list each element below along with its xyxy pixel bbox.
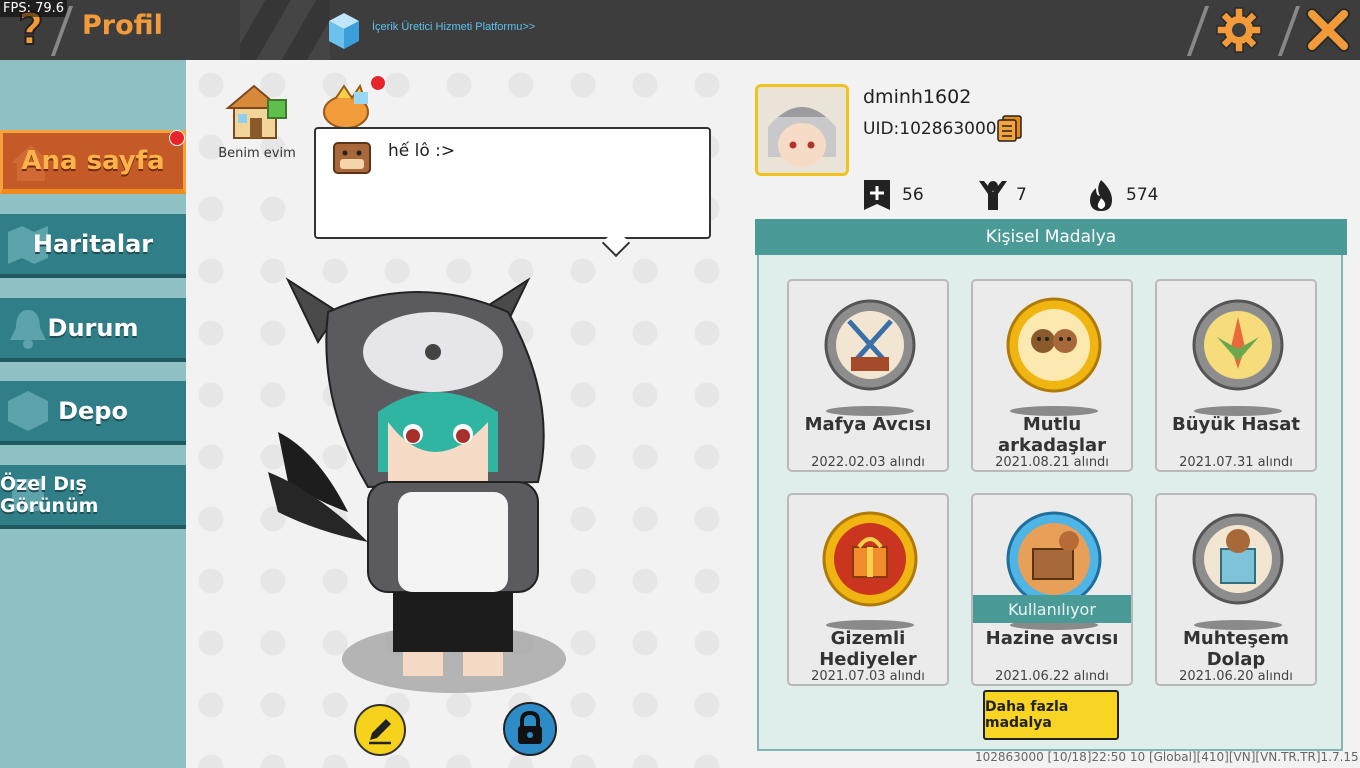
medal-card[interactable]: Mutlu arkadaşlar 2021.08.21 alındı bbox=[971, 279, 1133, 472]
copy-icon[interactable] bbox=[995, 113, 1025, 143]
medal-name: Mafya Avcısı bbox=[804, 414, 932, 435]
in-use-badge: Kullanılıyor bbox=[973, 595, 1131, 623]
medal-card[interactable]: Kullanılıyor Hazine avcısı 2021.06.22 al… bbox=[971, 493, 1133, 686]
sidebar-item-storage[interactable]: Depo bbox=[0, 381, 186, 445]
medal-name: Büyük Hasat bbox=[1172, 414, 1300, 435]
medal-name: Mutlu arkadaşlar bbox=[997, 414, 1107, 456]
medal-name: Hazine avcısı bbox=[985, 628, 1119, 649]
medal-date: 2022.02.03 alındı bbox=[811, 455, 925, 470]
sidebar-item-custom-skin[interactable]: Özel Dış Görünüm bbox=[0, 465, 186, 529]
medal-date: 2021.06.22 alındı bbox=[995, 669, 1109, 684]
sidebar-item-label: Ana sayfa bbox=[21, 146, 165, 176]
medal-name: Muhteşem Dolap bbox=[1182, 628, 1290, 670]
notification-badge bbox=[169, 130, 185, 146]
medal-friends-icon bbox=[1003, 287, 1105, 417]
decorative-stripes bbox=[240, 0, 330, 60]
player-uid: UID:102863000 bbox=[863, 119, 997, 139]
sidebar-item-label: Depo bbox=[58, 397, 128, 425]
medal-card[interactable]: Muhteşem Dolap 2021.06.20 alındı bbox=[1155, 493, 1317, 686]
medal-card[interactable]: Gizemli Hediyeler 2021.07.03 alındı bbox=[787, 493, 949, 686]
page-title: Profil bbox=[82, 10, 163, 41]
close-icon[interactable] bbox=[1304, 6, 1352, 54]
medal-panel-header: Kişisel Madalya bbox=[755, 219, 1347, 255]
medal-gift-icon bbox=[819, 501, 921, 631]
medal-date: 2021.06.20 alındı bbox=[1179, 669, 1293, 684]
my-house-label: Benim evim bbox=[218, 146, 296, 161]
sidebar-item-maps[interactable]: Haritalar bbox=[0, 214, 186, 278]
flame-icon bbox=[1090, 180, 1112, 211]
player-character[interactable] bbox=[258, 272, 568, 697]
stat-value: 7 bbox=[1016, 185, 1027, 205]
medal-card[interactable]: Büyük Hasat 2021.07.31 alındı bbox=[1155, 279, 1317, 472]
edit-pencil-button[interactable] bbox=[354, 704, 406, 756]
settings-gear-icon[interactable] bbox=[1215, 6, 1263, 54]
medal-card[interactable]: Mafya Avcısı 2022.02.03 alındı bbox=[787, 279, 949, 472]
medal-harvest-icon bbox=[1187, 287, 1289, 417]
sidebar-item-status[interactable]: Durum bbox=[0, 298, 186, 362]
sidebar-item-home[interactable]: Ana sayfa bbox=[0, 130, 186, 194]
sidebar-item-label: Özel Dış Görünüm bbox=[0, 473, 99, 517]
stat-value: 56 bbox=[902, 185, 924, 205]
sidebar-item-label: Haritalar bbox=[32, 230, 154, 258]
cheer-icon bbox=[979, 181, 1007, 210]
player-name: dminh1602 bbox=[863, 86, 972, 108]
stat-cheer: 7 bbox=[976, 178, 1027, 212]
stat-value: 574 bbox=[1126, 185, 1159, 205]
medal-swords-icon bbox=[819, 287, 921, 417]
lock-button[interactable] bbox=[503, 702, 557, 756]
medal-wardrobe-icon bbox=[1187, 501, 1289, 631]
sidebar-item-label: Durum bbox=[47, 314, 139, 342]
fps-counter: FPS: 79.6 bbox=[0, 0, 68, 17]
medal-date: 2021.07.31 alındı bbox=[1179, 455, 1293, 470]
notification-badge bbox=[370, 75, 386, 91]
profile-avatar[interactable] bbox=[755, 84, 849, 176]
stat-plus: 56 bbox=[862, 178, 924, 212]
medal-date: 2021.07.03 alındı bbox=[811, 669, 925, 684]
medal-name: Gizemli Hediyeler bbox=[819, 628, 917, 670]
creator-platform-link[interactable]: İçerik Üretici Hizmeti Platformu>> bbox=[372, 21, 535, 33]
status-message: hế lô :> bbox=[388, 141, 456, 161]
top-bar bbox=[0, 0, 1360, 60]
version-footer: 102863000 [10/18]22:50 10 [Global][410][… bbox=[975, 750, 1359, 764]
more-medals-button[interactable]: Daha fazla madalya bbox=[983, 690, 1119, 740]
status-speech-bubble[interactable]: hế lô :> bbox=[314, 127, 711, 258]
house-icon[interactable] bbox=[222, 80, 292, 144]
stat-flame: 574 bbox=[1086, 178, 1158, 212]
plus-icon bbox=[864, 180, 890, 210]
cow-avatar-icon bbox=[330, 139, 374, 177]
platform-cube-icon[interactable] bbox=[327, 11, 361, 51]
medal-date: 2021.08.21 alındı bbox=[995, 455, 1109, 470]
